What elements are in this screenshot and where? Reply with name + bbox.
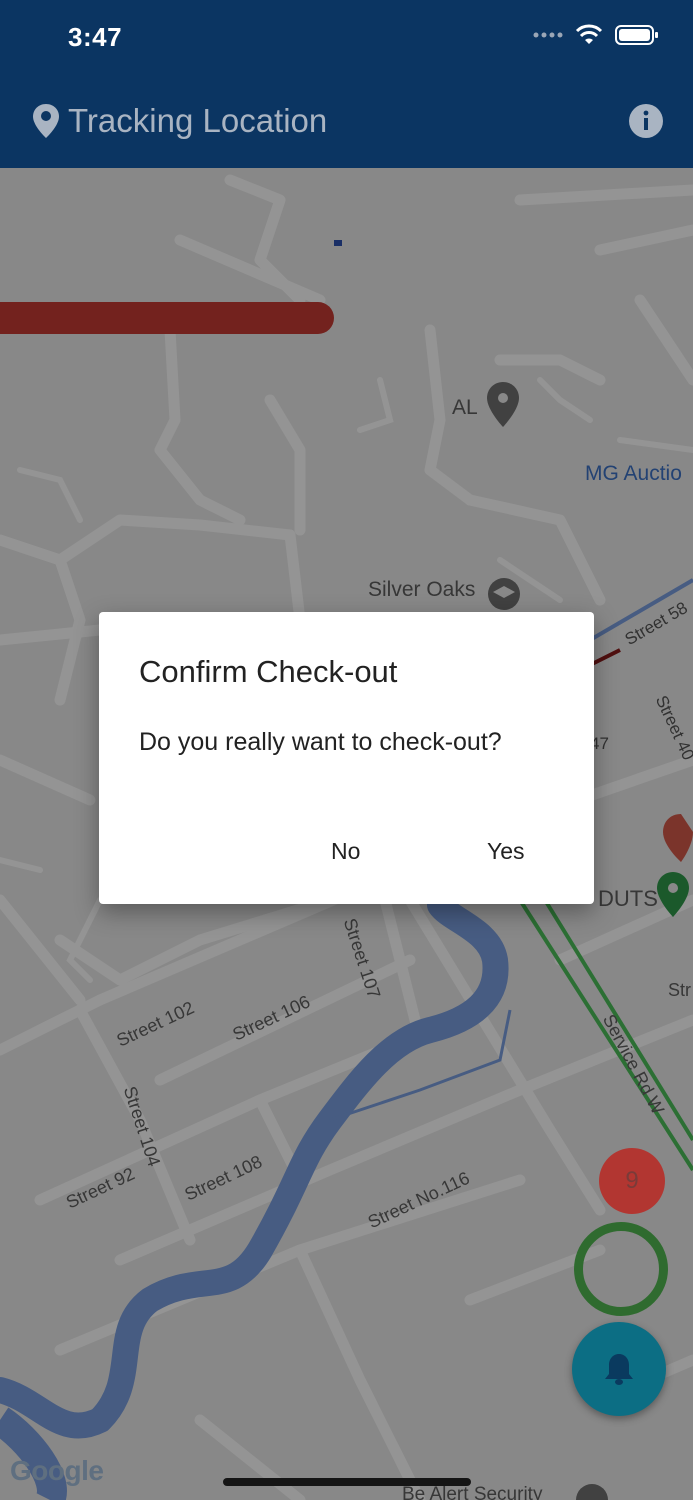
dialog-title: Confirm Check-out xyxy=(139,654,398,689)
google-logo-text: Google xyxy=(10,1455,104,1486)
app-title-wrap: Tracking Location xyxy=(32,102,327,140)
page-title: Tracking Location xyxy=(68,102,328,139)
wifi-icon xyxy=(575,24,603,44)
bell-icon xyxy=(605,1354,633,1385)
notification-count-badge[interactable]: 9 xyxy=(599,1148,665,1214)
confirm-checkout-dialog: Confirm Check-out Do you really want to … xyxy=(99,612,594,904)
app-bar: Tracking Location xyxy=(0,76,693,168)
status-bar: 3:47 xyxy=(0,0,693,76)
info-icon[interactable] xyxy=(629,104,663,138)
status-time: 3:47 xyxy=(68,22,123,52)
status-ring-button[interactable] xyxy=(574,1222,668,1316)
battery-icon xyxy=(615,25,658,45)
location-pin-icon xyxy=(33,104,59,138)
status-icons xyxy=(533,24,659,46)
home-indicator[interactable] xyxy=(223,1478,471,1486)
yes-button[interactable]: Yes xyxy=(477,828,535,874)
alert-fab-button[interactable] xyxy=(572,1322,666,1416)
google-logo: Google xyxy=(10,1455,104,1487)
no-button[interactable]: No xyxy=(321,828,370,874)
dialog-message: Do you really want to check-out? xyxy=(139,728,502,756)
signal-icon xyxy=(533,32,563,38)
